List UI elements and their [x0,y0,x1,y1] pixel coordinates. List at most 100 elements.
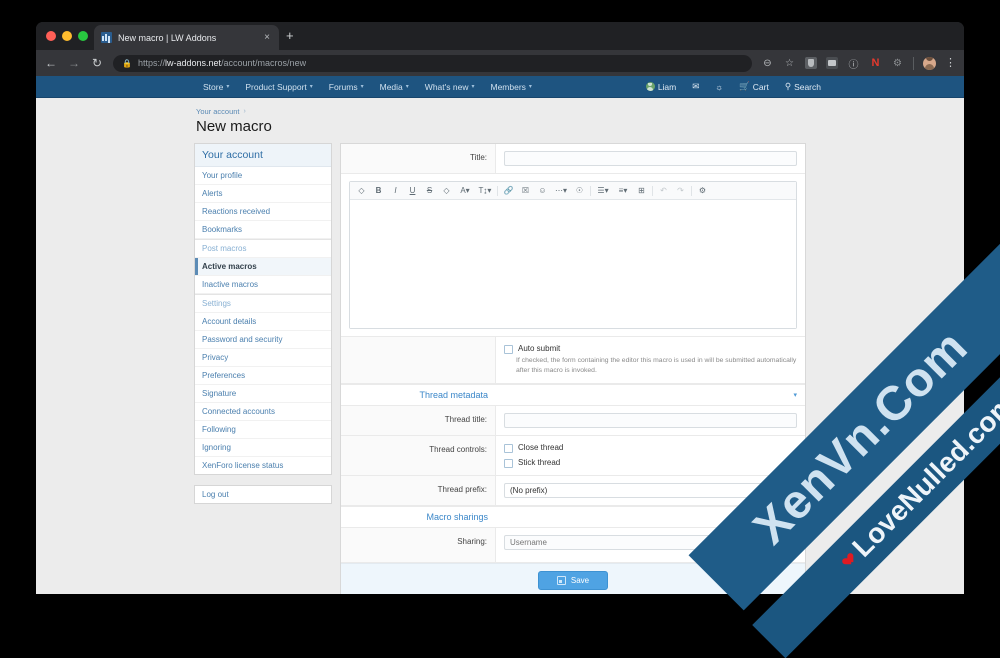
drafts-icon[interactable]: ◇ [353,183,370,198]
editor-textarea[interactable] [350,200,796,328]
can-write-label: Can write [784,535,801,555]
table-icon[interactable]: ⊞ [633,183,650,198]
auto-submit-checkbox[interactable] [504,345,513,354]
browser-window: New macro | LW Addons × + ← → ↻ 🔒 https:… [36,22,964,594]
strikethrough-icon[interactable]: S [421,183,438,198]
address-bar[interactable]: 🔒 https://lw-addons.net/account/macros/n… [113,55,752,72]
breadcrumb-item-your-account[interactable]: Your account [196,107,240,116]
minimize-window-button[interactable] [62,31,72,41]
nav-item-store[interactable]: Store ▾ [195,82,237,92]
extension-gear-icon[interactable]: ⚙ [891,58,904,69]
window-controls[interactable] [46,31,88,41]
nav-user-menu[interactable]: Liam [638,82,684,92]
sidebar-item-reactions-received[interactable]: Reactions received [195,203,331,221]
chevron-down-icon[interactable]: ▾ [793,513,797,521]
save-button[interactable]: Save [538,571,608,590]
back-icon[interactable]: ← [44,57,58,69]
thread-title-input[interactable] [504,413,797,428]
undo-icon[interactable]: ↶ [655,183,672,198]
sidebar-group-settings: Settings [195,294,331,313]
new-tab-button[interactable]: + [286,29,294,42]
stick-thread-control[interactable]: Stick thread [504,458,797,468]
close-thread-control[interactable]: Close thread [504,443,797,453]
close-icon[interactable]: × [262,33,272,43]
extension-n-icon[interactable]: N [869,58,882,69]
sidebar-item-preferences[interactable]: Preferences [195,367,331,385]
section-macro-sharings[interactable]: Macro sharings ▾ [341,506,805,528]
font-size-icon[interactable]: T↨▾ [475,183,495,198]
forward-icon[interactable]: → [67,57,81,69]
extension-shield-icon[interactable] [805,57,817,69]
sidebar-item-privacy[interactable]: Privacy [195,349,331,367]
sidebar-item-log-out[interactable]: Log out [195,486,331,503]
nav-item-members[interactable]: Members ▾ [482,82,539,92]
sidebar-item-inactive-macros[interactable]: Inactive macros [195,276,331,294]
sidebar-item-signature[interactable]: Signature [195,385,331,403]
align-icon[interactable]: ☰▾ [593,183,613,198]
address-bar-url: https://lw-addons.net/account/macros/new [138,58,306,68]
profile-avatar[interactable] [923,57,936,70]
nav-cart[interactable]: 🛒 Cart [731,81,777,92]
close-window-button[interactable] [46,31,56,41]
save-button-label: Save [571,576,589,585]
redo-icon[interactable]: ↷ [672,183,689,198]
text-color-icon[interactable]: ◇ [438,183,455,198]
font-family-icon[interactable]: A▾ [455,183,475,198]
image-icon[interactable]: ☒ [517,183,534,198]
title-input[interactable] [504,151,797,166]
nav-inbox[interactable]: ✉ [684,81,707,92]
can-write-checkbox[interactable] [771,536,780,545]
extension-info-icon[interactable]: ⓘ [847,56,860,71]
sidebar-item-active-macros[interactable]: Active macros [195,258,331,276]
browser-toolbar: ← → ↻ 🔒 https://lw-addons.net/account/ma… [36,50,964,76]
thread-prefix-label: Thread prefix: [341,476,496,505]
list-icon[interactable]: ≡▾ [613,183,633,198]
nav-item-media[interactable]: Media ▾ [372,82,417,92]
sharing-username-input[interactable] [504,535,765,550]
sidebar-item-connected-accounts[interactable]: Connected accounts [195,403,331,421]
editor-settings-icon[interactable]: ⚙ [694,183,711,198]
nav-item-whats-new[interactable]: What's new ▾ [417,82,483,92]
zoom-icon[interactable]: ⊖ [761,58,774,69]
macro-sharings-heading: Macro sharings [341,512,496,522]
nav-search[interactable]: ⚲ Search [777,81,829,92]
bookmark-star-icon[interactable]: ☆ [783,58,796,69]
stick-thread-checkbox[interactable] [504,459,513,468]
italic-icon[interactable]: I [387,183,404,198]
sidebar-item-following[interactable]: Following [195,421,331,439]
link-icon[interactable]: 🔗 [500,183,517,198]
sidebar-item-xenforo-license-status[interactable]: XenForo license status [195,457,331,474]
chevron-down-icon: ▾ [471,83,474,90]
sidebar-item-bookmarks[interactable]: Bookmarks [195,221,331,239]
extension-darkreader-icon[interactable] [826,57,838,69]
sidebar-item-password-and-security[interactable]: Password and security [195,331,331,349]
chevron-down-icon: ▾ [406,83,409,90]
chevron-down-icon[interactable]: ▾ [793,391,797,399]
nav-left-group: Store ▾ Product Support ▾ Forums ▾ Media… [36,82,540,92]
stick-thread-label: Stick thread [518,458,560,467]
section-thread-metadata[interactable]: Thread metadata ▾ [341,384,805,406]
row-auto-submit: Auto submit If checked, the form contain… [341,337,805,384]
breadcrumb-separator-icon: › [244,108,246,115]
underline-icon[interactable]: U [404,183,421,198]
browser-menu-icon[interactable]: ⋮ [945,58,956,69]
auto-submit-control[interactable]: Auto submit [504,344,797,354]
browser-tab[interactable]: New macro | LW Addons × [94,25,279,50]
more-options-icon[interactable]: ⋯▾ [551,183,571,198]
sidebar-item-alerts[interactable]: Alerts [195,185,331,203]
sidebar-item-account-details[interactable]: Account details [195,313,331,331]
smilie-icon[interactable]: ☺ [534,183,551,198]
media-icon[interactable]: ☉ [571,183,588,198]
close-thread-checkbox[interactable] [504,444,513,453]
can-write-control[interactable]: Can write [771,535,797,555]
sidebar-item-ignoring[interactable]: Ignoring [195,439,331,457]
maximize-window-button[interactable] [78,31,88,41]
bold-icon[interactable]: B [370,183,387,198]
nav-alerts[interactable]: ☼ [707,82,731,92]
thread-prefix-select[interactable]: (No prefix) ⬍ [504,483,797,498]
account-sidebar: Your account Your profile Alerts Reactio… [194,143,332,504]
nav-item-product-support[interactable]: Product Support ▾ [237,82,320,92]
nav-item-forums[interactable]: Forums ▾ [321,82,372,92]
reload-icon[interactable]: ↻ [90,57,104,69]
sidebar-item-your-profile[interactable]: Your profile [195,167,331,185]
